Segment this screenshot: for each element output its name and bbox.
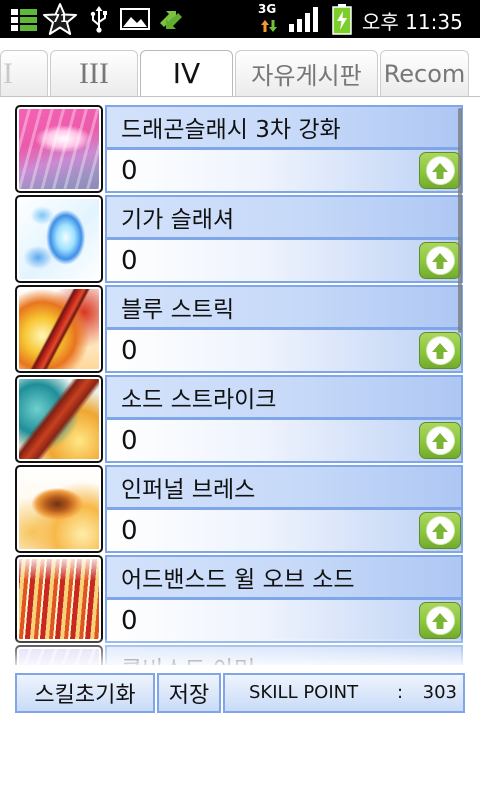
tab-free-board[interactable]: 자유게시판 [235, 50, 378, 96]
skill-level-cell: 0 [105, 419, 463, 463]
skill-level-value: 0 [121, 155, 138, 186]
skill-name-cell: 소드 스트라이크 [105, 375, 463, 419]
skill-name: 블루 스트릭 [121, 297, 235, 323]
skill-name-cell: 블루 스트릭 [105, 285, 463, 329]
up-arrow-icon [426, 607, 454, 634]
save-label: 저장 [168, 683, 210, 708]
skill-name: 어드밴스드 윌 오브 소드 [121, 567, 355, 593]
tab-bar: I III IV 자유게시판 Recom [0, 50, 480, 97]
skill-level-cell: 0 [105, 149, 463, 193]
level-up-button[interactable] [419, 242, 461, 279]
partial-skill-icon [15, 645, 103, 665]
signal-icon [289, 7, 318, 32]
skill-level-value: 0 [121, 245, 138, 276]
skill-level-value: 0 [121, 515, 138, 546]
gallery-icon [120, 8, 150, 30]
status-bar: 71 3G 오후 11:35 [0, 0, 480, 38]
skill-level-cell: 0 [105, 239, 463, 283]
giga-slasher-skill-icon [15, 195, 103, 283]
skill-row: 기가 슬래셔 0 [15, 195, 465, 283]
tab-label: Recom [383, 59, 466, 88]
skill-name-cell: 기가 슬래셔 [105, 195, 463, 239]
blue-streak-skill-icon [15, 285, 103, 373]
level-up-button[interactable] [419, 332, 461, 369]
tab-label: III [79, 56, 109, 90]
up-arrow-icon [426, 427, 454, 454]
skill-name-cell: 인퍼널 브레스 [105, 465, 463, 509]
tab-iv[interactable]: IV [140, 50, 233, 96]
app-list-icon [11, 9, 37, 31]
skill-row: 콤비스드 아머 [15, 645, 465, 665]
tab-label: 자유게시판 [251, 62, 362, 90]
network-type: 3G [258, 2, 277, 16]
sword-strike-skill-icon [15, 375, 103, 463]
skill-level-cell: 0 [105, 329, 463, 373]
battery-charging-icon [332, 4, 352, 35]
skill-name-cell: 드래곤슬래시 3차 강화 [105, 105, 463, 149]
skill-level-cell: 0 [105, 509, 463, 553]
skill-name: 드래곤슬래시 3차 강화 [121, 117, 341, 143]
skill-list[interactable]: 드래곤슬래시 3차 강화 0 기가 슬래셔 0 블루 스트릭 0 소드 스트라이… [15, 105, 465, 665]
tab-i[interactable]: I [0, 50, 48, 96]
up-arrow-icon [426, 517, 454, 544]
skill-row: 어드밴스드 윌 오브 소드 0 [15, 555, 465, 643]
save-button[interactable]: 저장 [157, 673, 221, 713]
skill-reset-button[interactable]: 스킬초기화 [15, 673, 155, 713]
skill-point-display: SKILL POINT : 303 [223, 673, 465, 713]
skill-name: 기가 슬래셔 [121, 207, 235, 233]
level-up-button[interactable] [419, 602, 461, 639]
skill-footer-bar: 스킬초기화 저장 SKILL POINT : 303 [15, 673, 465, 713]
star-badge-count: 71 [52, 12, 68, 25]
skill-row: 드래곤슬래시 3차 강화 0 [15, 105, 465, 193]
list-scrollbar[interactable] [458, 108, 462, 333]
up-arrow-icon [426, 247, 454, 274]
level-up-button[interactable] [419, 152, 461, 189]
skill-level-value: 0 [121, 335, 138, 366]
tab-divider [0, 96, 480, 97]
network-activity-icon [261, 20, 277, 32]
skill-reset-label: 스킬초기화 [34, 683, 136, 708]
skill-name: 콤비스드 아머 [121, 650, 255, 665]
skill-point-label: SKILL POINT [249, 682, 359, 703]
level-up-button[interactable] [419, 422, 461, 459]
skill-point-value: 303 [422, 682, 457, 703]
skill-point-separator: : [397, 682, 404, 703]
skill-level-cell: 0 [105, 599, 463, 643]
skill-name: 소드 스트라이크 [121, 387, 277, 413]
tab-label: I [3, 56, 13, 90]
infernal-breath-skill-icon [15, 465, 103, 553]
tab-recom[interactable]: Recom [380, 50, 469, 96]
dragon-slash-skill-icon [15, 105, 103, 193]
skill-name-cell: 어드밴스드 윌 오브 소드 [105, 555, 463, 599]
skill-row: 블루 스트릭 0 [15, 285, 465, 373]
skill-level-value: 0 [121, 605, 138, 636]
status-clock: 오후 11:35 [362, 10, 463, 34]
usb-icon [90, 6, 107, 33]
skill-row: 소드 스트라이크 0 [15, 375, 465, 463]
advanced-will-of-sword-skill-icon [15, 555, 103, 643]
skill-row: 인퍼널 브레스 0 [15, 465, 465, 553]
tab-iii[interactable]: III [50, 50, 138, 96]
up-arrow-icon [426, 337, 454, 364]
up-arrow-icon [426, 157, 454, 184]
sync-icon [160, 11, 182, 29]
skill-name-cell: 콤비스드 아머 [105, 645, 463, 665]
level-up-button[interactable] [419, 512, 461, 549]
skill-level-value: 0 [121, 425, 138, 456]
skill-name: 인퍼널 브레스 [121, 477, 256, 503]
tab-label: IV [172, 57, 201, 90]
